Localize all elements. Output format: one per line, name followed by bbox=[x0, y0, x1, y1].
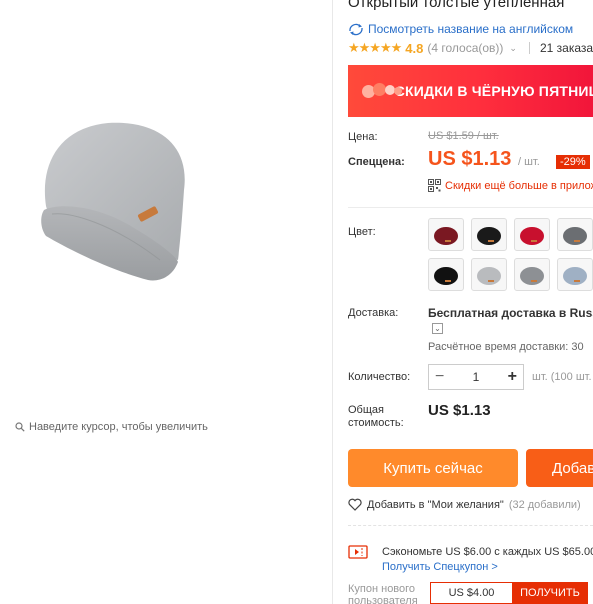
color-swatch-black-2[interactable] bbox=[428, 258, 464, 291]
quantity-stepper: − 1 + bbox=[428, 364, 524, 390]
shipping-expand-icon[interactable]: ⌄ bbox=[432, 323, 443, 334]
get-coupon-link[interactable]: Получить Спецкупон > bbox=[382, 560, 593, 575]
qr-code-icon bbox=[428, 179, 441, 192]
quantity-decrease-button[interactable]: − bbox=[435, 369, 444, 385]
chevron-down-icon[interactable]: ⌄ bbox=[509, 43, 517, 54]
translate-icon bbox=[349, 23, 363, 35]
wishlist-text[interactable]: Добавить в "Мои желания" bbox=[367, 499, 504, 511]
zoom-hint: Наведите курсор, чтобы увеличить bbox=[15, 421, 208, 433]
special-price: US $1.13 bbox=[428, 148, 512, 170]
product-title: Открытый толстые утепленная bbox=[348, 0, 565, 11]
add-to-cart-button[interactable]: Добавить в корзину bbox=[526, 449, 593, 487]
magnifier-icon bbox=[15, 422, 25, 432]
rating-value: 4.8 bbox=[405, 40, 424, 56]
color-swatches bbox=[428, 218, 593, 291]
quantity-increase-button[interactable]: + bbox=[508, 369, 517, 385]
product-main-image[interactable] bbox=[30, 110, 200, 295]
new-user-coupon-label: Купон нового пользователя bbox=[348, 583, 418, 604]
votes-count[interactable]: (4 голоса(ов)) bbox=[427, 41, 503, 55]
orders-count: 21 заказа bbox=[539, 41, 593, 55]
special-price-label: Спеццена: bbox=[348, 156, 405, 168]
color-swatch-gray[interactable] bbox=[557, 218, 593, 251]
price-label: Цена: bbox=[348, 131, 378, 143]
zoom-hint-text: Наведите курсор, чтобы увеличить bbox=[29, 421, 208, 433]
rating-row: ★★★★★ 4.8 (4 голоса(ов)) ⌄ 21 заказа bbox=[348, 40, 593, 56]
app-promo-text[interactable]: Скидки ещё больше в приложении bbox=[445, 180, 593, 192]
banner-text: СКИДКИ В ЧЁРНУЮ ПЯТНИЦУ bbox=[394, 83, 593, 99]
translate-link-text[interactable]: Посмотреть название на английском bbox=[368, 22, 573, 36]
translate-title-link[interactable]: Посмотреть название на английском bbox=[348, 22, 573, 36]
wishlist-row[interactable]: Добавить в "Мои желания" (32 добавили) bbox=[348, 498, 581, 511]
color-label: Цвет: bbox=[348, 226, 376, 238]
wishlist-count: (32 добавили) bbox=[508, 498, 581, 511]
quantity-available: шт. (100 шт. доступно) bbox=[532, 371, 593, 383]
shipping-text: Бесплатная доставка в Russian Federation bbox=[428, 306, 593, 320]
ticket-icon bbox=[348, 545, 368, 559]
product-info-panel: Открытый толстые утепленная Посмотреть н… bbox=[348, 0, 593, 604]
black-friday-banner[interactable]: СКИДКИ В ЧЁРНУЮ ПЯТНИЦУ bbox=[348, 65, 593, 117]
color-swatch-light-gray[interactable] bbox=[471, 258, 507, 291]
shipping-estimate: Расчётное время доставки: 30 bbox=[428, 341, 584, 353]
discount-badge: -29% bbox=[556, 155, 590, 169]
new-user-coupon-amount: US $4.00 bbox=[430, 582, 512, 604]
buy-now-button[interactable]: Купить сейчас bbox=[348, 449, 518, 487]
quantity-input[interactable]: 1 bbox=[473, 370, 480, 384]
color-swatch-red[interactable] bbox=[514, 218, 550, 251]
get-new-user-coupon-button[interactable]: ПОЛУЧИТЬ bbox=[512, 582, 588, 604]
app-promo[interactable]: Скидки ещё больше в приложении bbox=[428, 179, 593, 192]
store-coupon-row: Сэкономьте US $6.00 с каждых US $65.00 П… bbox=[348, 545, 593, 575]
divider bbox=[348, 207, 593, 208]
quantity-label: Количество: bbox=[348, 371, 411, 383]
total-price: US $1.13 bbox=[428, 402, 491, 419]
color-swatch-black[interactable] bbox=[471, 218, 507, 251]
coupon-save-text: Сэкономьте US $6.00 с каждых US $65.00 bbox=[382, 546, 593, 558]
heart-icon bbox=[348, 498, 362, 511]
old-price: US $1.59 / шт. bbox=[428, 130, 499, 142]
total-label: Общая стоимость: bbox=[348, 404, 404, 429]
color-swatch-gray-2[interactable] bbox=[514, 258, 550, 291]
banner-bubbles-icon bbox=[360, 65, 402, 117]
rating-stars: ★★★★★ bbox=[348, 40, 402, 55]
color-swatch-blue-gray[interactable] bbox=[557, 258, 593, 291]
rating-separator bbox=[528, 42, 530, 54]
color-swatch-burgundy[interactable] bbox=[428, 218, 464, 251]
shipping-label: Доставка: bbox=[348, 307, 399, 319]
per-unit-label: / шт. bbox=[518, 156, 540, 168]
column-divider bbox=[332, 0, 333, 604]
